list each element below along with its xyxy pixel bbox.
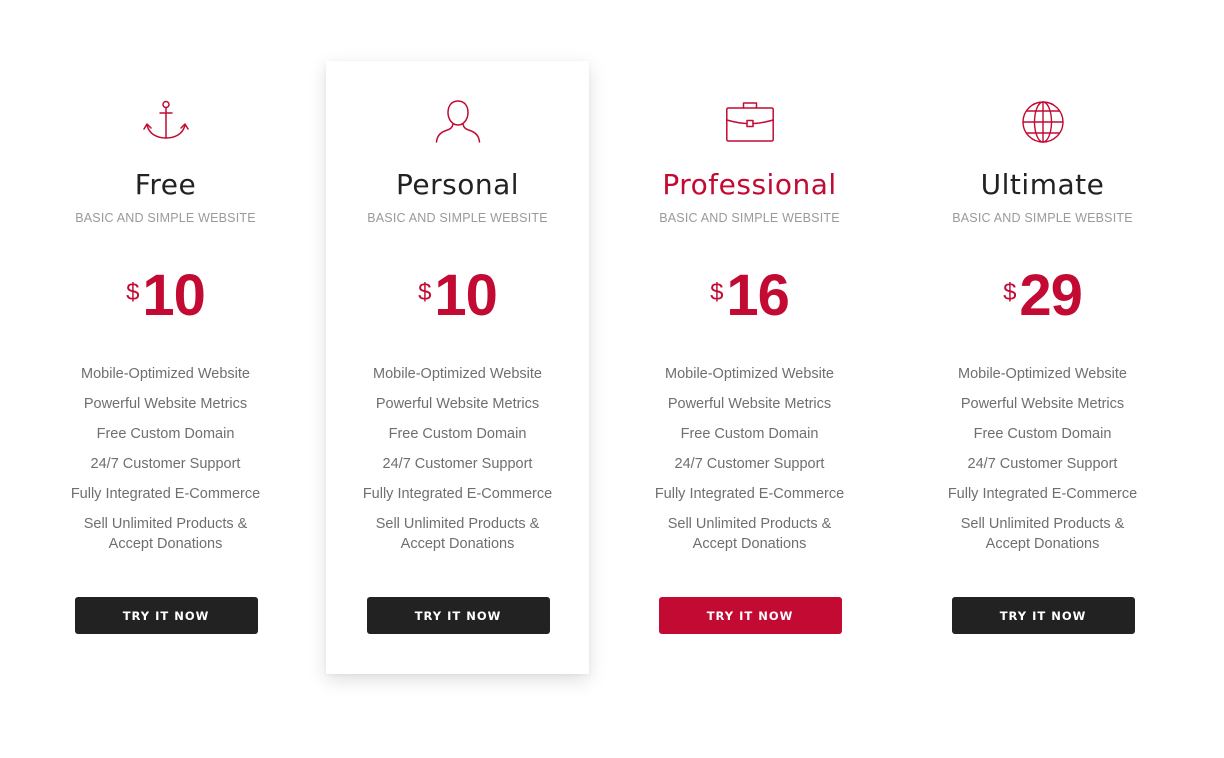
feature-list: Mobile-Optimized Website Powerful Websit… (34, 364, 297, 564)
feature-item: Fully Integrated E-Commerce (362, 486, 553, 502)
plan-card-professional: Professional BASIC AND SIMPLE WEBSITE $1… (618, 61, 881, 674)
pricing-table: Free BASIC AND SIMPLE WEBSITE $10 Mobile… (0, 0, 1224, 758)
feature-item: Powerful Website Metrics (960, 396, 1125, 412)
price-amount: 29 (1019, 263, 1083, 328)
feature-item: Free Custom Domain (96, 426, 235, 442)
feature-item: Free Custom Domain (388, 426, 527, 442)
feature-item: Sell Unlimited Products & Accept Donatio… (667, 516, 832, 552)
feature-item: 24/7 Customer Support (674, 456, 825, 472)
feature-item: Mobile-Optimized Website (665, 366, 834, 382)
feature-item: Fully Integrated E-Commerce (70, 486, 261, 502)
feature-item: Fully Integrated E-Commerce (947, 486, 1138, 502)
plan-price: $10 (326, 264, 589, 328)
plan-name: Ultimate (980, 168, 1105, 201)
feature-item: Sell Unlimited Products & Accept Donatio… (960, 516, 1125, 552)
feature-item: Fully Integrated E-Commerce (654, 486, 845, 502)
currency-symbol: $ (126, 279, 140, 306)
try-it-now-button[interactable]: TRY IT NOW (74, 597, 258, 634)
plan-name: Professional (662, 168, 837, 201)
plan-card-free: Free BASIC AND SIMPLE WEBSITE $10 Mobile… (34, 61, 297, 674)
price-amount: 10 (434, 263, 498, 328)
feature-item: Mobile-Optimized Website (81, 366, 250, 382)
plan-name: Free (134, 168, 197, 201)
user-icon (434, 98, 482, 146)
plan-card-personal: Personal BASIC AND SIMPLE WEBSITE $10 Mo… (326, 61, 589, 674)
feature-item: 24/7 Customer Support (382, 456, 533, 472)
feature-item: Mobile-Optimized Website (958, 366, 1127, 382)
feature-item: Sell Unlimited Products & Accept Donatio… (375, 516, 540, 552)
feature-item: Powerful Website Metrics (375, 396, 540, 412)
currency-symbol: $ (418, 279, 432, 306)
feature-item: Free Custom Domain (973, 426, 1112, 442)
feature-item: Sell Unlimited Products & Accept Donatio… (83, 516, 248, 552)
try-it-now-button[interactable]: TRY IT NOW (658, 597, 842, 634)
feature-item: Free Custom Domain (680, 426, 819, 442)
plan-subtitle: BASIC AND SIMPLE WEBSITE (659, 211, 840, 225)
plan-subtitle: BASIC AND SIMPLE WEBSITE (952, 211, 1133, 225)
currency-symbol: $ (710, 279, 724, 306)
plan-name: Personal (395, 168, 520, 201)
feature-list: Mobile-Optimized Website Powerful Websit… (911, 364, 1174, 564)
anchor-icon (142, 98, 190, 146)
feature-item: 24/7 Customer Support (90, 456, 241, 472)
plan-card-ultimate: Ultimate BASIC AND SIMPLE WEBSITE $29 Mo… (911, 61, 1174, 674)
feature-list: Mobile-Optimized Website Powerful Websit… (618, 364, 881, 564)
plan-price: $16 (618, 264, 881, 328)
plan-subtitle: BASIC AND SIMPLE WEBSITE (75, 211, 256, 225)
globe-icon (1019, 98, 1067, 146)
feature-item: Powerful Website Metrics (83, 396, 248, 412)
price-amount: 10 (142, 263, 206, 328)
currency-symbol: $ (1003, 279, 1017, 306)
try-it-now-button[interactable]: TRY IT NOW (951, 597, 1135, 634)
try-it-now-button[interactable]: TRY IT NOW (366, 597, 550, 634)
feature-list: Mobile-Optimized Website Powerful Websit… (326, 364, 589, 564)
plan-subtitle: BASIC AND SIMPLE WEBSITE (367, 211, 548, 225)
feature-item: 24/7 Customer Support (967, 456, 1118, 472)
briefcase-icon (725, 98, 774, 146)
feature-item: Powerful Website Metrics (667, 396, 832, 412)
feature-item: Mobile-Optimized Website (373, 366, 542, 382)
plan-price: $29 (911, 264, 1174, 328)
plan-price: $10 (34, 264, 297, 328)
price-amount: 16 (726, 263, 790, 328)
